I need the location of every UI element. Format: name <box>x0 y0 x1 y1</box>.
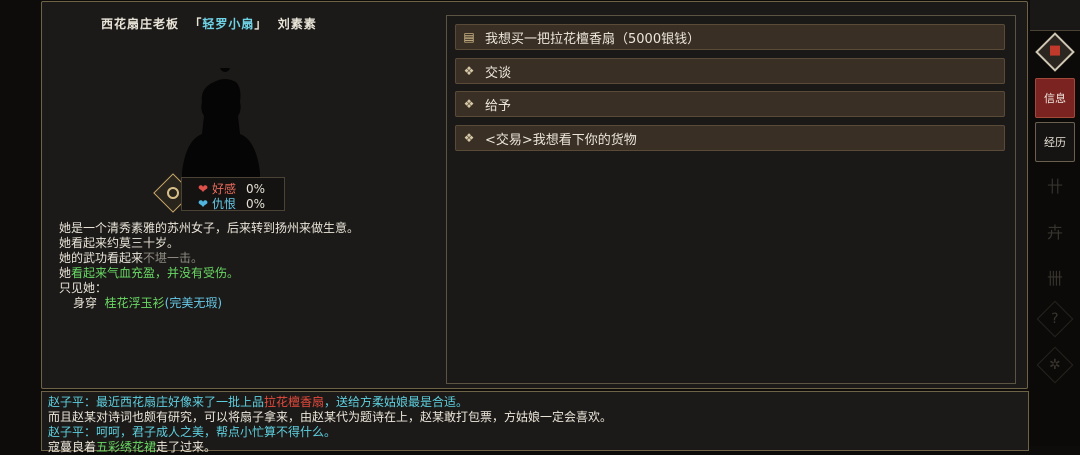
tab-history[interactable]: 经历 <box>1035 122 1075 162</box>
option-label: 交谈 <box>485 65 512 81</box>
disabled-tab-icon: 卌 <box>1046 269 1063 288</box>
npc-nickname: 轻罗小扇 <box>202 17 255 31</box>
dialog-line: 赵子平：呵呵，君子成人之美，帮点小忙算不得什么。 <box>48 425 337 439</box>
diamond-icon: ❖ <box>463 131 475 145</box>
desc-line: 只见她： <box>59 281 108 295</box>
scroll-icon: ▤ <box>463 30 475 44</box>
npc-name: 刘素素 <box>277 17 317 31</box>
desc-line: 她的武功看起来不堪一击。 <box>59 251 359 266</box>
diamond-icon: ❖ <box>463 64 475 78</box>
favor-value: 0% <box>246 182 266 196</box>
tab-history-label: 经历 <box>1044 136 1066 149</box>
dialog-item-link[interactable]: 拉花檀香扇 <box>264 395 324 409</box>
dialog-line: 而且赵某对诗词也颇有研究，可以将扇子拿来，由赵某代为题诗在上，赵某敢打包票，方姑… <box>48 410 613 424</box>
desc-martial-prefix: 她的武功看起来 <box>59 251 144 265</box>
desc-wear-line: 身穿 桂花浮玉衫(完美无瑕) <box>59 296 359 311</box>
option-give[interactable]: ❖ 给予 <box>455 91 1005 117</box>
dialog-line: 寇蔓良着五彩绣花裙走了过来。 <box>48 440 216 455</box>
wear-prefix: 身穿 <box>73 296 98 310</box>
option-label: <交易>我想看下你的货物 <box>485 132 637 148</box>
disabled-tab-icon: 卉 <box>1046 223 1063 242</box>
desc-line: 她看起来气血充盈，并没有受伤。 <box>59 266 359 281</box>
favor-label: 好感 <box>212 182 237 196</box>
sidebar-top-strip <box>1030 0 1080 31</box>
dialog-text: 走了过来。 <box>156 440 217 454</box>
option-trade[interactable]: ❖ <交易>我想看下你的货物 <box>455 125 1005 151</box>
dialog-line: 赵子平：最近西花扇庄好像来了一批上品拉花檀香扇，送给方柔姑娘最是合适。 <box>48 395 468 410</box>
hatred-value: 0% <box>246 197 266 211</box>
desc-line: 她是一个清秀素雅的苏州女子，后来转到扬州来做生意。 <box>59 221 360 235</box>
options-panel: ▤ 我想买一把拉花檀香扇（5000银钱） ❖ 交谈 ❖ 给予 ❖ <交易>我想看… <box>446 15 1016 384</box>
option-talk[interactable]: ❖ 交谈 <box>455 58 1005 84</box>
desc-line: 她看起来约莫三十岁。 <box>59 236 180 250</box>
npc-bracket-open: 「 <box>189 17 203 31</box>
option-buy-fan[interactable]: ▤ 我想买一把拉花檀香扇（5000银钱） <box>455 24 1005 50</box>
desc-health-value: 看起来气血充盈，并没有受伤。 <box>71 266 240 280</box>
npc-description: 她是一个清秀素雅的苏州女子，后来转到扬州来做生意。 她看起来约莫三十岁。 她的武… <box>59 221 359 311</box>
hatred-row: ❤ 仇恨 0% <box>198 195 265 212</box>
dialog-log: 赵子平：最近西花扇庄好像来了一批上品拉花檀香扇，送给方柔姑娘最是合适。 而且赵某… <box>41 391 1029 454</box>
tab-info[interactable]: 信息 <box>1035 78 1075 118</box>
desc-martial-value: 不堪一击。 <box>143 251 204 265</box>
hatred-heart-icon: ❤ <box>198 197 209 211</box>
npc-title-prefix: 西花扇庄老板 <box>101 17 180 31</box>
dialog-text: 寇蔓良着 <box>48 440 97 454</box>
npc-portrait-silhouette <box>182 68 260 180</box>
desc-health-prefix: 她 <box>59 266 72 280</box>
npc-bracket-close: 」 <box>254 17 268 31</box>
option-label: 给予 <box>485 98 512 114</box>
disabled-tab-icon: 卄 <box>1046 177 1063 196</box>
diamond-icon: ❖ <box>463 97 475 111</box>
favor-heart-icon: ❤ <box>198 182 209 196</box>
npc-title: 西花扇庄老板 「轻罗小扇」 刘素素 <box>101 15 317 32</box>
hatred-label: 仇恨 <box>212 197 237 211</box>
dialog-speaker-text: 赵子平：最近西花扇庄好像来了一批上品 <box>48 395 265 409</box>
option-label: 我想买一把拉花檀香扇（5000银钱） <box>485 31 701 47</box>
wear-item-link[interactable]: 桂花浮玉衫 <box>105 296 165 310</box>
dialog-item-link[interactable]: 五彩绣花裙 <box>96 440 156 454</box>
relation-box: ❤ 好感 0% ❤ 仇恨 0% <box>181 177 285 211</box>
dialog-text: ，送给方柔姑娘最是合适。 <box>324 395 469 409</box>
tab-info-label: 信息 <box>1044 92 1066 105</box>
wear-quality: (完美无瑕) <box>164 296 223 310</box>
npc-info-panel: 西花扇庄老板 「轻罗小扇」 刘素素 ❤ 好感 0% ❤ 仇恨 0% 她是一个清秀素雅的苏… <box>41 1 1028 389</box>
